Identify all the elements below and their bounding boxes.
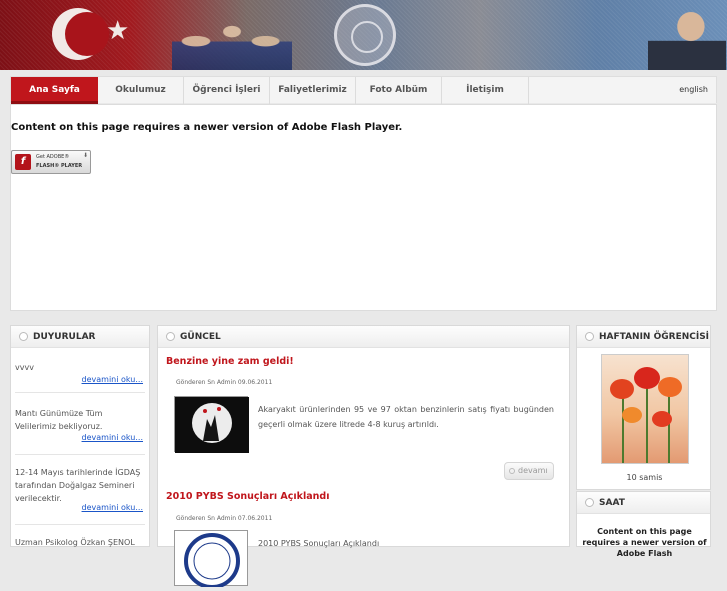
language-link-english[interactable]: english (679, 77, 708, 102)
flower-bloom (658, 377, 682, 397)
flower-stem (622, 395, 624, 463)
announcement-read-more[interactable]: devamini oku... (82, 503, 143, 512)
tab-faliyetlerimiz[interactable]: Faliyetlerimiz (270, 77, 356, 104)
bullet-icon (585, 498, 594, 507)
news-headline[interactable]: Benzine yine zam geldi! (166, 356, 294, 367)
portrait-photo (648, 2, 726, 70)
divider (15, 524, 145, 525)
bullet-icon (19, 332, 28, 341)
read-more-label: devamı (518, 466, 548, 475)
announcement-read-more[interactable]: devamini oku... (82, 433, 143, 442)
flag-crescent-shadow (65, 12, 109, 56)
download-arrow-icon: ⬇ (82, 152, 88, 159)
bullet-icon (166, 332, 175, 341)
announcement-text: vvvv (15, 363, 34, 372)
get-flash-player-button[interactable]: f Get ADOBE® FLASH® PLAYER ⬇ (11, 150, 91, 174)
news-body: 2010 PYBS Sonuçları Açıklandı (258, 539, 380, 548)
main-nav: Ana Sayfa Okulumuz Öğrenci İşleri Faliye… (10, 76, 717, 104)
get-flash-line1: Get ADOBE® (36, 154, 70, 160)
flower-bloom (622, 407, 642, 423)
news-panel: GÜNCEL Benzine yine zam geldi! Gönderen … (157, 325, 570, 589)
student-of-week-panel: HAFTANIN ÖĞRENCİSİ 10 samis (576, 325, 711, 490)
flower-stem (646, 385, 648, 463)
student-name: 10 samis (626, 473, 663, 482)
clock-header: SAAT (577, 492, 710, 514)
news-body: Akaryakıt ürünlerinden 95 ve 97 oktan be… (258, 405, 554, 429)
news-title: GÜNCEL (180, 332, 221, 342)
students-photo (172, 6, 292, 70)
tab-okulumuz[interactable]: Okulumuz (98, 77, 184, 104)
news-thumbnail[interactable] (174, 530, 248, 589)
read-more-button[interactable]: devamı (504, 462, 554, 480)
tab-iletisim[interactable]: İletişim (442, 77, 529, 104)
flower-stem (668, 393, 670, 463)
divider (15, 454, 145, 455)
school-logo-art (184, 533, 240, 589)
flag-star-icon: ★ (106, 16, 130, 46)
news-meta: Gönderen Sn Admin 09.06.2011 (176, 379, 273, 386)
ministry-emblem (334, 4, 396, 66)
flower-bloom (634, 367, 660, 389)
flower-bloom (652, 411, 672, 427)
announcements-header: DUYURULAR (11, 326, 149, 348)
flower-bloom (610, 379, 634, 399)
flash-content-area: Content on this page requires a newer ve… (10, 104, 717, 311)
divider (15, 392, 145, 393)
clock-title: SAAT (599, 498, 625, 508)
student-photo[interactable] (601, 354, 689, 464)
flash-required-message: Content on this page requires a newer ve… (11, 122, 403, 133)
bullet-icon (509, 468, 515, 474)
header-banner: ★ (0, 0, 727, 70)
bullet-icon (585, 332, 594, 341)
announcement-text: Mantı Günümüze Tüm Velilerimiz bekliyoru… (15, 409, 103, 431)
clock-panel: SAAT Content on this page requires a new… (576, 491, 711, 558)
news-thumbnail[interactable] (174, 396, 249, 453)
news-meta: Gönderen Sn Admin 07.06.2011 (176, 515, 273, 522)
news-thumbnail-art (175, 397, 249, 453)
flash-icon: f (15, 154, 31, 170)
news-header: GÜNCEL (158, 326, 569, 348)
tab-foto-album[interactable]: Foto Albüm (356, 77, 442, 104)
announcement-text: 12-14 Mayıs tarihlerinde İGDAŞ tarafında… (15, 468, 141, 503)
clock-flash-message: Content on this page requires a newer ve… (582, 527, 707, 558)
announcements-panel: DUYURULAR vvvv devamini oku... Mantı Gün… (10, 325, 150, 547)
get-flash-line2: FLASH® PLAYER (36, 163, 83, 169)
news-headline[interactable]: 2010 PYBS Sonuçları Açıklandı (166, 491, 329, 502)
tab-ogrenci-isleri[interactable]: Öğrenci İşleri (184, 77, 270, 104)
announcement-read-more[interactable]: devamini oku... (82, 375, 143, 384)
student-of-week-title: HAFTANIN ÖĞRENCİSİ (599, 332, 710, 342)
announcements-title: DUYURULAR (33, 332, 96, 342)
student-of-week-header: HAFTANIN ÖĞRENCİSİ (577, 326, 710, 348)
tab-ana-sayfa[interactable]: Ana Sayfa (11, 77, 98, 104)
announcement-text: Uzman Psikolog Özkan ŞENOL (15, 538, 135, 547)
